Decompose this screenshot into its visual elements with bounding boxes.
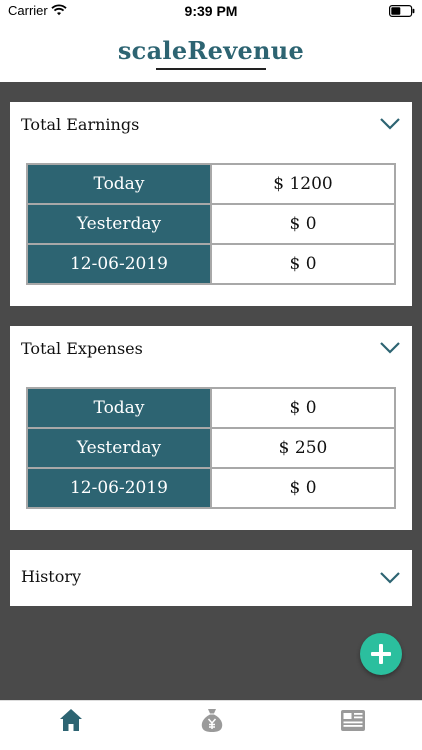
app-title: scaleRevenue — [117, 36, 305, 65]
expenses-table: Today $ 0 Yesterday $ 250 12-06-2019 $ 0 — [26, 387, 396, 509]
table-row: Yesterday $ 0 — [26, 203, 396, 245]
expenses-row-label: Today — [26, 387, 212, 429]
earnings-row-value: $ 1200 — [210, 163, 396, 205]
dashboard-content: Total Earnings Today $ 1200 Yesterday $ … — [0, 82, 422, 700]
earnings-row-label: Yesterday — [26, 203, 212, 245]
chevron-down-icon[interactable] — [379, 571, 401, 585]
status-time: 9:39 PM — [184, 3, 238, 19]
earnings-card-title: Total Earnings — [21, 115, 140, 134]
expenses-row-value: $ 250 — [210, 427, 396, 469]
chevron-down-icon[interactable] — [379, 341, 401, 355]
tab-bar — [0, 700, 422, 750]
battery-icon — [389, 5, 415, 17]
earnings-table: Today $ 1200 Yesterday $ 0 12-06-2019 $ … — [26, 163, 396, 285]
expenses-card-title: Total Expenses — [21, 339, 143, 358]
status-bar: Carrier 9:39 PM — [0, 0, 422, 26]
title-underline — [156, 68, 266, 70]
table-row: Today $ 0 — [26, 387, 396, 429]
chevron-down-icon[interactable] — [379, 117, 401, 131]
earnings-row-label: Today — [26, 163, 212, 205]
earnings-row-label: 12-06-2019 — [26, 243, 212, 285]
table-row: Yesterday $ 250 — [26, 427, 396, 469]
tab-money[interactable] — [171, 701, 251, 750]
app-header: scaleRevenue — [0, 26, 422, 82]
table-row: 12-06-2019 $ 0 — [26, 243, 396, 285]
add-button[interactable] — [360, 633, 402, 675]
home-icon — [60, 709, 82, 731]
table-row: 12-06-2019 $ 0 — [26, 467, 396, 509]
report-icon — [341, 710, 365, 731]
expenses-card: Total Expenses Today $ 0 Yesterday $ 250… — [10, 326, 412, 530]
money-bag-icon — [201, 709, 223, 732]
tab-home[interactable] — [30, 701, 110, 750]
earnings-card: Total Earnings Today $ 1200 Yesterday $ … — [10, 102, 412, 306]
earnings-row-value: $ 0 — [210, 243, 396, 285]
history-card[interactable]: History — [10, 550, 412, 606]
expenses-row-label: Yesterday — [26, 427, 212, 469]
expenses-row-label: 12-06-2019 — [26, 467, 212, 509]
table-row: Today $ 1200 — [26, 163, 396, 205]
expenses-row-value: $ 0 — [210, 467, 396, 509]
tab-report[interactable] — [312, 701, 392, 750]
earnings-row-value: $ 0 — [210, 203, 396, 245]
expenses-row-value: $ 0 — [210, 387, 396, 429]
history-card-title: History — [21, 567, 82, 586]
